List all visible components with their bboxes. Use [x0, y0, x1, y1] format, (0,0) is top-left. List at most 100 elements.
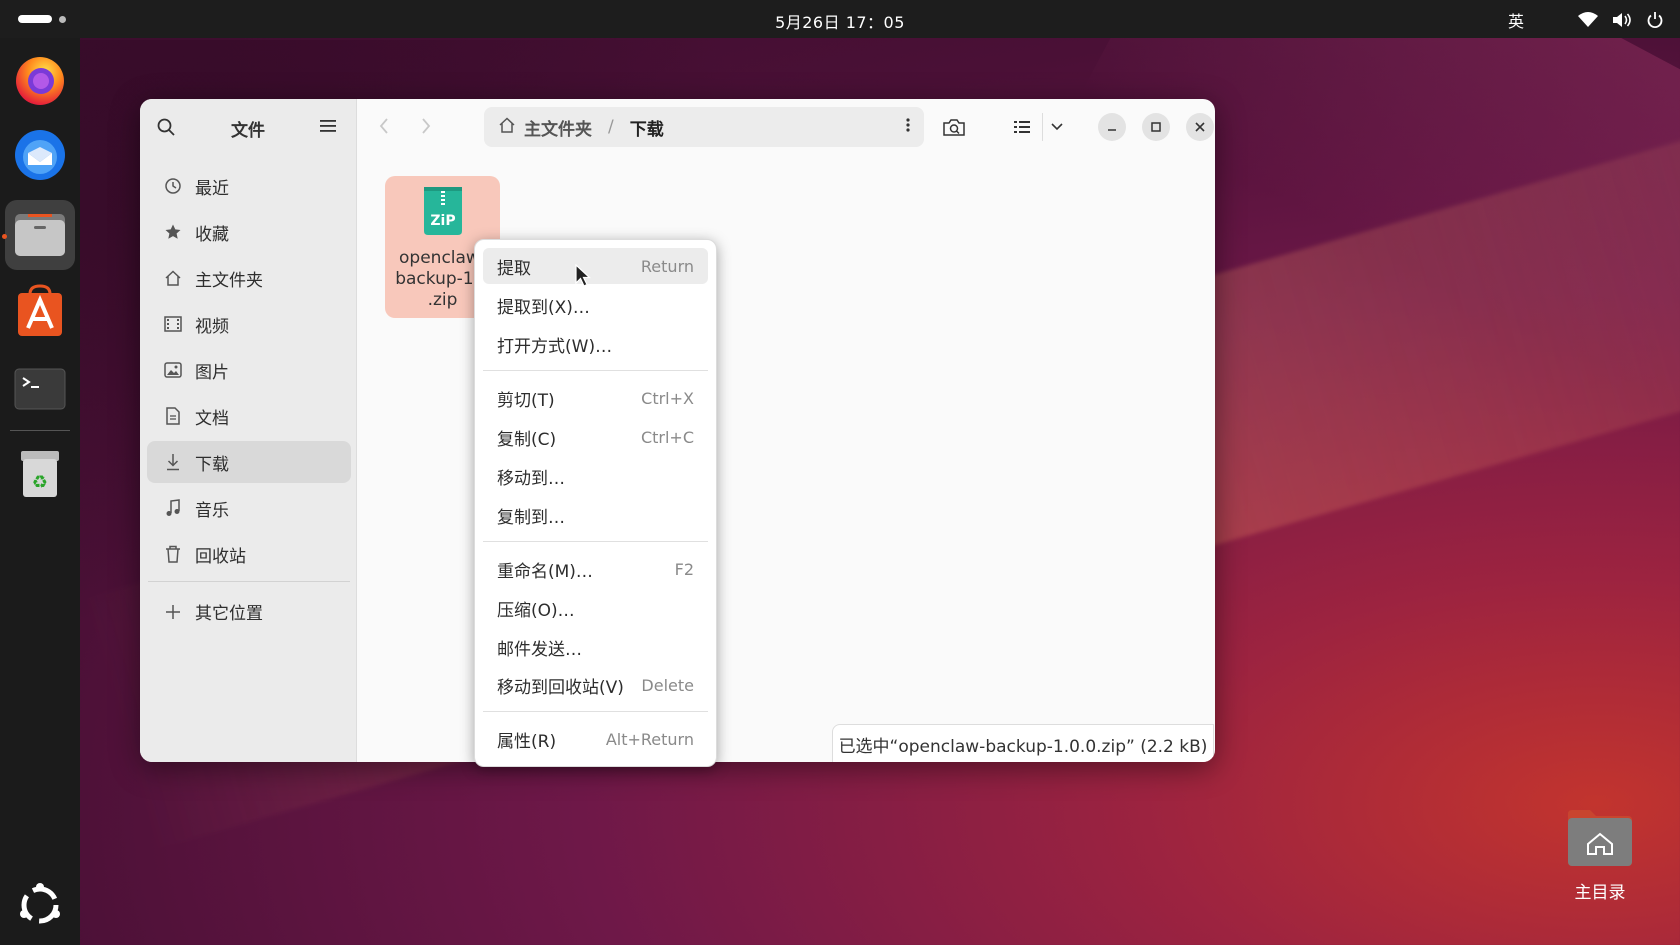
desktop-home-label: 主目录	[1574, 883, 1626, 903]
power-icon	[1646, 11, 1664, 29]
menu-item-move-to[interactable]: 移动到…	[483, 458, 708, 494]
terminal-icon	[14, 368, 66, 410]
menu-item-label: 压缩(O)…	[497, 600, 575, 621]
menu-item-label: 移动到回收站(V)	[497, 677, 624, 698]
wifi-icon	[1578, 12, 1598, 28]
menu-item-shortcut: Ctrl+X	[641, 388, 694, 408]
dock-separator	[10, 430, 70, 431]
menu-item-extract-to[interactable]: 提取到(X)…	[483, 287, 708, 323]
trash-launcher[interactable]: ♻	[5, 438, 75, 508]
sidebar-item-starred[interactable]: 收藏	[147, 211, 351, 253]
thunderbird-launcher[interactable]	[5, 120, 75, 190]
sidebar-item-recent[interactable]: 最近	[147, 165, 351, 207]
document-icon	[163, 406, 183, 426]
menu-item-rename[interactable]: 重命名(M)… F2	[483, 551, 708, 587]
menu-item-label: 复制到…	[497, 507, 565, 528]
chevron-left-icon	[379, 118, 388, 134]
sidebar-divider	[148, 581, 350, 582]
svg-text:♻: ♻	[32, 472, 48, 493]
sidebar-item-label: 视频	[195, 316, 229, 337]
menu-separator	[483, 541, 708, 542]
app-center-icon	[18, 284, 62, 336]
breadcrumb-current[interactable]: 下载	[630, 115, 664, 140]
trash-icon	[163, 544, 183, 564]
app-center-launcher[interactable]	[5, 276, 75, 346]
minimize-icon	[1108, 129, 1116, 131]
chevron-down-icon	[1051, 123, 1063, 131]
menu-separator	[483, 370, 708, 371]
volume-icon	[1612, 12, 1632, 28]
sidebar-item-other-locations[interactable]: 其它位置	[163, 599, 263, 624]
sidebar-item-label: 文档	[195, 408, 229, 429]
menu-item-open-with[interactable]: 打开方式(W)…	[483, 326, 708, 362]
close-button[interactable]	[1186, 113, 1214, 141]
clock[interactable]: 5月26日 17：05	[0, 9, 1680, 33]
context-menu: 提取 Return 提取到(X)… 打开方式(W)… 剪切(T) Ctrl+X …	[474, 239, 717, 767]
sidebar-item-label: 最近	[195, 178, 229, 199]
path-bar[interactable]: 主文件夹 / 下载	[484, 107, 924, 147]
maximize-button[interactable]	[1142, 113, 1170, 141]
sidebar-item-label: 收藏	[195, 224, 229, 245]
home-icon	[498, 116, 516, 139]
files-launcher[interactable]	[2, 200, 75, 270]
sidebar-item-videos[interactable]: 视频	[147, 303, 351, 345]
minimize-button[interactable]	[1098, 113, 1126, 141]
menu-item-extract[interactable]: 提取 Return	[483, 248, 708, 284]
sidebar-item-label: 其它位置	[195, 604, 263, 624]
sidebar-item-pictures[interactable]: 图片	[147, 349, 351, 391]
search-in-folder-button[interactable]	[940, 113, 968, 141]
system-tray[interactable]: 英	[1508, 8, 1664, 32]
close-icon	[1195, 122, 1205, 132]
sidebar-item-music[interactable]: 音乐	[147, 487, 351, 529]
sidebar-item-trash[interactable]: 回收站	[147, 533, 351, 575]
zip-icon-label: ZiP	[430, 213, 455, 229]
terminal-launcher[interactable]	[5, 354, 75, 424]
clock-icon	[163, 176, 183, 196]
breadcrumb-home[interactable]: 主文件夹	[524, 115, 592, 140]
forward-button[interactable]	[420, 117, 432, 139]
more-options-icon[interactable]	[906, 117, 910, 138]
menu-item-shortcut: Alt+Return	[605, 729, 694, 749]
view-options-button[interactable]	[1042, 113, 1071, 141]
menu-item-label: 提取到(X)…	[497, 297, 590, 318]
sidebar-item-home[interactable]: 主文件夹	[147, 257, 351, 299]
sidebar-item-downloads[interactable]: 下载	[147, 441, 351, 483]
sidebar-item-documents[interactable]: 文档	[147, 395, 351, 437]
plus-icon	[163, 602, 183, 622]
sidebar-item-label: 回收站	[195, 546, 246, 567]
firefox-icon	[16, 57, 64, 105]
menu-item-label: 复制(C)	[497, 429, 557, 450]
view-toggle-button[interactable]	[1008, 113, 1036, 141]
sidebar: 文件 最近 收藏 主文件夹 视频 图片 文档 下载 音乐 回收站 其它位置	[140, 99, 357, 762]
menu-item-send-email[interactable]: 邮件发送…	[483, 629, 708, 665]
menu-item-label: 移动到…	[497, 468, 565, 489]
show-apps-button[interactable]	[5, 870, 75, 940]
menu-item-label: 剪切(T)	[497, 390, 555, 411]
back-button[interactable]	[378, 117, 390, 139]
menu-item-move-to-trash[interactable]: 移动到回收站(V) Delete	[483, 667, 708, 703]
menu-item-compress[interactable]: 压缩(O)…	[483, 590, 708, 626]
sidebar-item-label: 音乐	[195, 500, 229, 521]
maximize-icon	[1151, 122, 1161, 132]
desktop-home-folder[interactable]: 主目录	[1560, 808, 1640, 903]
header-bar: 主文件夹 / 下载	[356, 99, 1215, 155]
trash-icon: ♻	[21, 451, 59, 497]
menu-item-label: 提取	[497, 258, 531, 279]
input-method-indicator[interactable]: 英	[1508, 8, 1524, 32]
sidebar-header: 文件	[140, 99, 356, 155]
zip-archive-icon: ZiP	[424, 187, 462, 235]
files-icon	[15, 214, 65, 256]
menu-item-cut[interactable]: 剪切(T) Ctrl+X	[483, 380, 708, 416]
menu-item-copy[interactable]: 复制(C) Ctrl+C	[483, 419, 708, 455]
video-icon	[163, 314, 183, 334]
menu-item-label: 邮件发送…	[497, 639, 582, 660]
menu-item-label: 属性(R)	[497, 731, 557, 752]
firefox-launcher[interactable]	[5, 44, 75, 114]
hamburger-menu-icon[interactable]	[320, 118, 336, 137]
show-apps-icon	[20, 883, 60, 924]
menu-item-label: 打开方式(W)…	[497, 336, 613, 357]
sidebar-item-label: 图片	[195, 362, 229, 383]
menu-item-copy-to[interactable]: 复制到…	[483, 497, 708, 533]
menu-item-properties[interactable]: 属性(R) Alt+Return	[483, 721, 708, 757]
places-list: 最近 收藏 主文件夹 视频 图片 文档 下载 音乐 回收站	[147, 165, 351, 579]
